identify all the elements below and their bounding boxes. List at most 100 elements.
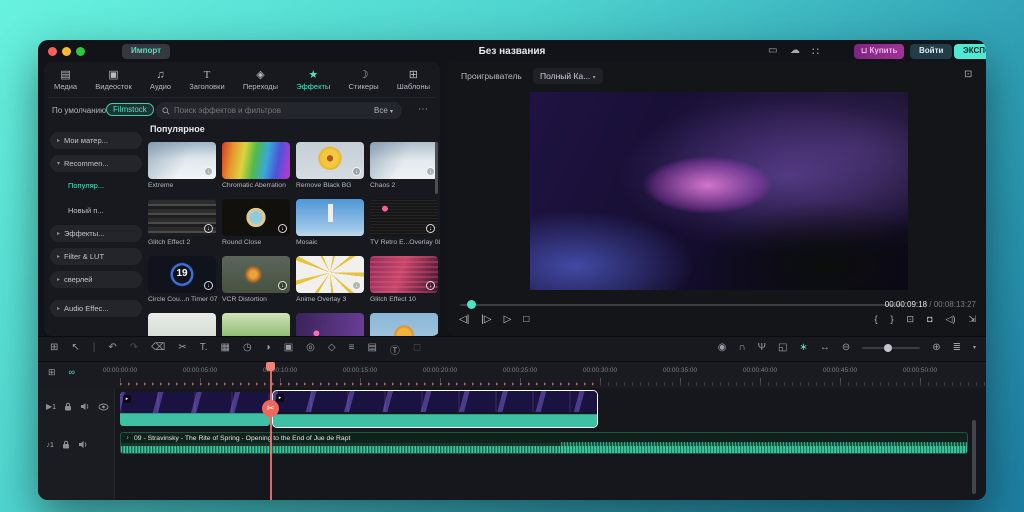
fit-timeline-icon[interactable]: ↔	[820, 342, 830, 353]
effect-thumbnail-partial[interactable]	[370, 313, 438, 336]
login-button[interactable]: Войти	[910, 44, 953, 59]
workspace-grid-icon[interactable]: ∷	[812, 45, 819, 58]
tab-stickers[interactable]: ☽ Стикеры	[349, 64, 379, 97]
filmstrip-icon[interactable]: ▤	[367, 342, 376, 357]
zoom-out-icon[interactable]: ⊖	[842, 342, 850, 353]
select-tool-icon[interactable]: ↖	[71, 342, 79, 357]
more-options-button[interactable]: ⋯	[418, 104, 428, 115]
effect-thumbnail[interactable]: ↓	[370, 256, 438, 293]
mic-icon[interactable]: Ψ	[758, 342, 766, 353]
sidebar-item-recommended[interactable]: ▾ Recommen...	[50, 155, 142, 172]
sidebar-item-overlay[interactable]: ▸ сверлей	[50, 271, 142, 288]
chroma-key-icon[interactable]: ▣	[284, 342, 293, 357]
effect-thumbnail[interactable]: ↓	[296, 256, 364, 293]
view-mode-dropdown[interactable]: Полный Ка... ▾	[533, 68, 603, 84]
lock-icon[interactable]	[64, 402, 72, 411]
effect-thumbnail[interactable]	[222, 142, 290, 179]
track-height-icon[interactable]: ≣	[953, 342, 961, 353]
sidebar-item-audio-effects[interactable]: ▸ Audio Effec...	[50, 300, 142, 317]
speaker-icon[interactable]	[78, 440, 88, 449]
seek-bar[interactable]	[460, 304, 903, 306]
sidebar-item-effects[interactable]: ▸ Эффекты...	[50, 225, 142, 242]
tab-transitions[interactable]: ◈ Переходы	[243, 64, 278, 97]
effect-thumbnail[interactable]: ↓	[370, 142, 438, 179]
search-input[interactable]	[174, 106, 324, 115]
tab-titles[interactable]: T Заголовки	[189, 64, 224, 97]
timeline-zoom-slider[interactable]	[862, 343, 921, 352]
effect-thumbnail-partial[interactable]	[296, 313, 364, 336]
split-at-playhead-button[interactable]: ✂	[262, 400, 279, 417]
source-filmstock-tab[interactable]: Filmstock	[106, 103, 154, 116]
playhead-handle[interactable]	[266, 362, 275, 371]
effects-scrollbar[interactable]	[435, 142, 438, 194]
display-icon[interactable]: ▭	[768, 45, 777, 56]
layers-icon[interactable]: ◱	[778, 342, 787, 353]
sidebar-item-my-materials[interactable]: ▸ Мои матер...	[50, 132, 142, 149]
play-button[interactable]: ▷	[504, 314, 512, 325]
stop-button[interactable]: □	[523, 314, 529, 325]
render-preview-icon[interactable]: ◉	[718, 342, 727, 353]
effect-thumbnail[interactable]: ↓	[148, 142, 216, 179]
shield-icon[interactable]: ∩	[738, 342, 745, 353]
effect-thumbnail[interactable]	[296, 199, 364, 236]
split-scissors-icon[interactable]: ✂	[178, 342, 186, 357]
text-tool-icon[interactable]: T.	[200, 342, 208, 357]
translate-icon[interactable]: Ⓣ	[390, 342, 400, 357]
audio-clip[interactable]: ♪ 09 - Stravinsky - The Rite of Spring -…	[120, 432, 968, 454]
filter-dropdown[interactable]: Все ▾	[374, 106, 393, 115]
export-button[interactable]: ЭКСПОРТ	[954, 44, 986, 59]
lock-icon[interactable]	[62, 440, 70, 449]
keyframe-icon[interactable]: ◇	[328, 342, 336, 357]
media-grid-icon[interactable]: ⊞	[50, 342, 58, 357]
color-icon[interactable]: ◑	[265, 342, 271, 357]
search-box[interactable]	[156, 102, 402, 119]
speaker-icon[interactable]	[80, 402, 90, 411]
preview-quality-icon[interactable]: ⊡	[964, 69, 972, 80]
eye-icon[interactable]	[98, 403, 109, 411]
speed-icon[interactable]: ◷	[243, 342, 252, 357]
effect-thumbnail-partial[interactable]	[148, 313, 216, 336]
timeline-scrollbar[interactable]	[972, 420, 976, 494]
display-device-icon[interactable]: ⊡	[907, 314, 915, 325]
previous-frame-button[interactable]: ◁|	[459, 314, 469, 325]
chevron-down-icon[interactable]: ▾	[973, 344, 976, 351]
tab-media[interactable]: ▤ Медиа	[54, 64, 77, 97]
smart-edit-icon[interactable]: ∗	[799, 342, 807, 353]
tab-templates[interactable]: ⊞ Шаблоны	[397, 64, 430, 97]
video-preview[interactable]	[530, 92, 908, 290]
sidebar-item-new[interactable]: Новый п...	[68, 203, 148, 217]
video-clip[interactable]: ▸	[120, 392, 270, 426]
timeline-ruler[interactable]: ⊞ ∞ 00:00:00:00 00:00:05:00 00:00:10:00 …	[38, 362, 986, 388]
sidebar-item-filter-lut[interactable]: ▸ Filter & LUT	[50, 248, 142, 265]
undo-icon[interactable]: ↶	[108, 342, 116, 357]
seek-handle[interactable]	[467, 300, 476, 309]
record-icon[interactable]: ◻	[413, 342, 421, 357]
effect-thumbnail[interactable]: ↓	[222, 256, 290, 293]
redo-icon[interactable]: ↷	[130, 342, 138, 357]
video-clip-selected[interactable]: ▸	[272, 390, 598, 428]
tab-stock[interactable]: ▣ Видеосток	[95, 64, 131, 97]
tab-effects[interactable]: ★ Эффекты	[296, 64, 330, 97]
effect-thumbnail[interactable]: ↓	[296, 142, 364, 179]
playhead-line[interactable]	[270, 362, 272, 500]
effect-thumbnail[interactable]: ↓	[370, 199, 438, 236]
link-icon[interactable]: ∞	[69, 367, 75, 378]
mark-out-button[interactable]: }	[891, 314, 894, 325]
cloud-icon[interactable]: ☁	[790, 45, 800, 56]
snapshot-icon[interactable]: ◘	[927, 314, 932, 325]
fullscreen-icon[interactable]: ⇲	[968, 314, 976, 325]
mark-in-button[interactable]: {	[875, 314, 878, 325]
adjust-icon[interactable]: ≡	[349, 342, 355, 357]
buy-button[interactable]: ⊔ Купить	[854, 44, 905, 59]
source-default-tab[interactable]: По умолчанию	[52, 106, 106, 115]
motion-track-icon[interactable]: ◎	[306, 342, 315, 357]
sidebar-item-popular[interactable]: Популяр...	[68, 178, 148, 192]
speaker-icon[interactable]: ◁)	[946, 314, 956, 325]
manage-tracks-icon[interactable]: ⊞	[48, 367, 56, 378]
effect-thumbnail[interactable]: ↓	[148, 199, 216, 236]
zoom-slider-handle[interactable]	[884, 343, 893, 352]
effect-thumbnail[interactable]: ↓	[222, 199, 290, 236]
crop-icon[interactable]: ▦	[220, 342, 229, 357]
zoom-in-icon[interactable]: ⊕	[932, 342, 940, 353]
effect-thumbnail-partial[interactable]	[222, 313, 290, 336]
